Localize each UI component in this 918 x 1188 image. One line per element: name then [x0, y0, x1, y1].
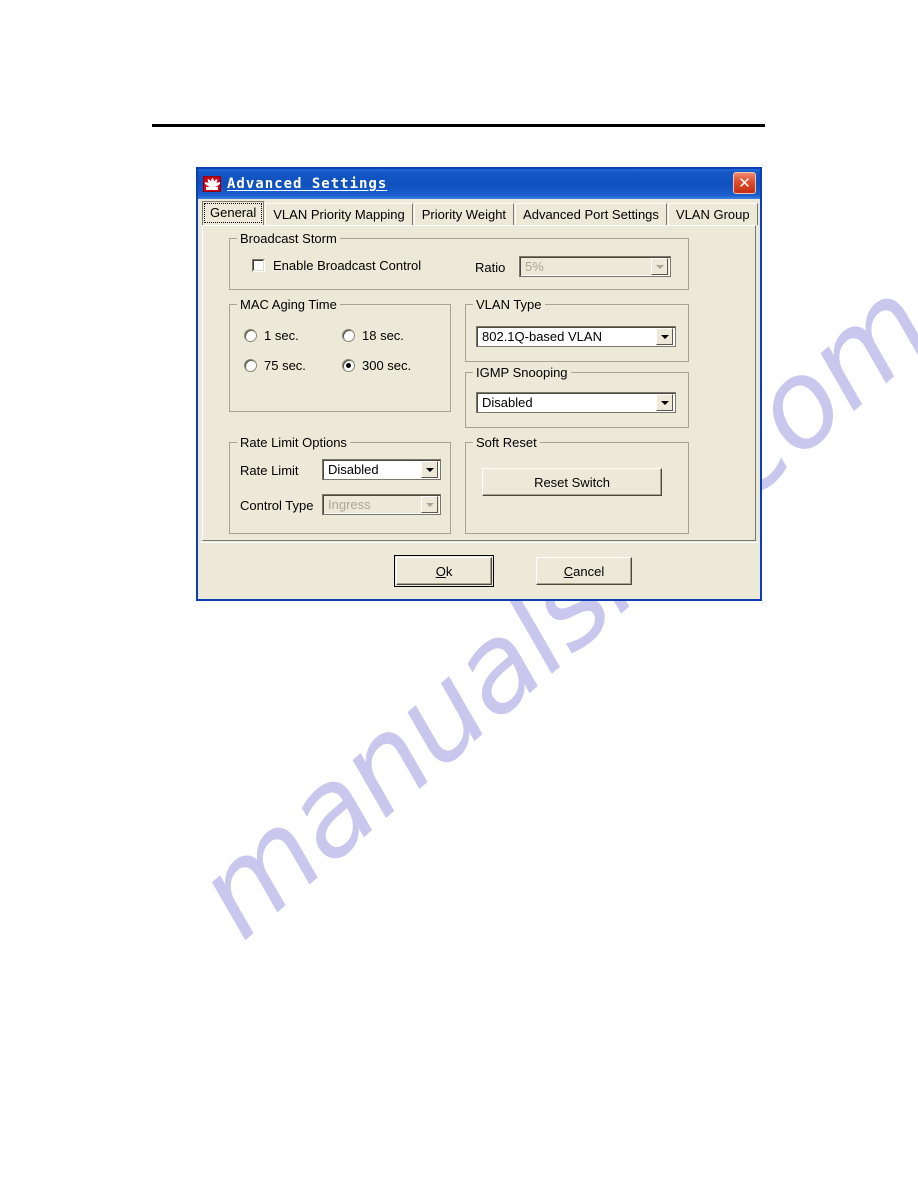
rate-limit-value: Disabled	[328, 462, 379, 477]
tab-priority-weight[interactable]: Priority Weight	[413, 203, 515, 225]
group-title-vlan-type: VLAN Type	[473, 297, 545, 312]
ratio-value: 5%	[525, 259, 544, 274]
radio-label: 75 sec.	[264, 358, 306, 373]
chevron-down-icon[interactable]	[656, 328, 673, 345]
control-type-value: Ingress	[328, 497, 371, 512]
igmp-snooping-dropdown[interactable]: Disabled	[476, 392, 676, 413]
tab-strip: General VLAN Priority Mapping Priority W…	[198, 199, 760, 225]
radio-label: 18 sec.	[362, 328, 404, 343]
radio-mac-aging-1-sec[interactable]: 1 sec.	[244, 328, 299, 343]
radio-label: 300 sec.	[362, 358, 412, 373]
vlan-type-value: 802.1Q-based VLAN	[482, 329, 602, 344]
tab-vlan-priority-mapping[interactable]: VLAN Priority Mapping	[265, 203, 413, 225]
group-broadcast-storm: Broadcast Storm Enable Broadcast Control…	[229, 231, 689, 290]
radio-label: 1 sec.	[264, 328, 299, 343]
page-header-rule	[152, 124, 765, 127]
page-watermark: manualslib.com	[150, 256, 918, 980]
group-title-rate-limit-options: Rate Limit Options	[237, 435, 350, 450]
dialog-title: Advanced Settings	[227, 176, 388, 192]
group-igmp-snooping: IGMP Snooping Disabled	[465, 365, 689, 428]
cancel-button[interactable]: Cancel	[536, 557, 632, 585]
ok-button[interactable]: Ok	[394, 555, 494, 587]
tab-advanced-port-settings[interactable]: Advanced Port Settings	[515, 203, 667, 225]
radio-circle-icon	[244, 359, 257, 372]
ratio-label: Ratio	[475, 260, 506, 275]
radio-mac-aging-75-sec[interactable]: 75 sec.	[244, 358, 306, 373]
radio-mac-aging-300-sec[interactable]: 300 sec.	[342, 358, 411, 373]
reset-switch-button[interactable]: Reset Switch	[482, 468, 662, 496]
group-soft-reset: Soft Reset Reset Switch	[465, 435, 689, 534]
dialog-titlebar[interactable]: Advanced Settings ✕	[198, 169, 760, 199]
group-rate-limit-options: Rate Limit Options Rate Limit Disabled C…	[229, 435, 451, 534]
ok-accel: O	[435, 563, 446, 579]
group-vlan-type: VLAN Type 802.1Q-based VLAN	[465, 297, 689, 362]
radio-circle-icon	[244, 329, 257, 342]
close-icon[interactable]: ✕	[733, 172, 756, 194]
radio-mac-aging-18-sec[interactable]: 18 sec.	[342, 328, 404, 343]
group-mac-aging-time: MAC Aging Time 1 sec. 18 sec. 75 sec. 30…	[229, 297, 451, 412]
dialog-footer: Ok Cancel	[200, 542, 758, 597]
vlan-type-dropdown[interactable]: 802.1Q-based VLAN	[476, 326, 676, 347]
group-title-igmp-snooping: IGMP Snooping	[473, 365, 571, 380]
advanced-settings-dialog: Advanced Settings ✕ General VLAN Priorit…	[196, 167, 762, 601]
rate-limit-dropdown[interactable]: Disabled	[322, 459, 441, 480]
chevron-down-icon[interactable]	[651, 258, 668, 275]
group-title-mac-aging-time: MAC Aging Time	[237, 297, 340, 312]
huawei-logo-icon	[203, 176, 221, 192]
rate-limit-label: Rate Limit	[240, 463, 299, 478]
ok-rest: k	[445, 563, 453, 579]
cancel-accel: C	[563, 563, 574, 579]
tab-vlan-group[interactable]: VLAN Group	[667, 203, 758, 225]
chevron-down-icon[interactable]	[656, 394, 673, 411]
tab-general[interactable]: General	[202, 201, 265, 225]
control-type-dropdown[interactable]: Ingress	[322, 494, 441, 515]
group-title-soft-reset: Soft Reset	[473, 435, 540, 450]
enable-broadcast-control-label: Enable Broadcast Control	[273, 258, 422, 273]
enable-broadcast-control-checkbox[interactable]: Enable Broadcast Control	[252, 258, 421, 273]
chevron-down-icon[interactable]	[421, 496, 438, 513]
chevron-down-icon[interactable]	[421, 461, 438, 478]
tab-panel-general: Broadcast Storm Enable Broadcast Control…	[202, 225, 756, 541]
ratio-dropdown[interactable]: 5%	[519, 256, 671, 277]
cancel-rest: ancel	[573, 563, 605, 579]
radio-circle-icon	[342, 359, 355, 372]
checkbox-box-icon	[252, 259, 265, 272]
igmp-snooping-value: Disabled	[482, 395, 533, 410]
radio-circle-icon	[342, 329, 355, 342]
group-title-broadcast-storm: Broadcast Storm	[237, 231, 340, 246]
control-type-label: Control Type	[240, 498, 314, 513]
